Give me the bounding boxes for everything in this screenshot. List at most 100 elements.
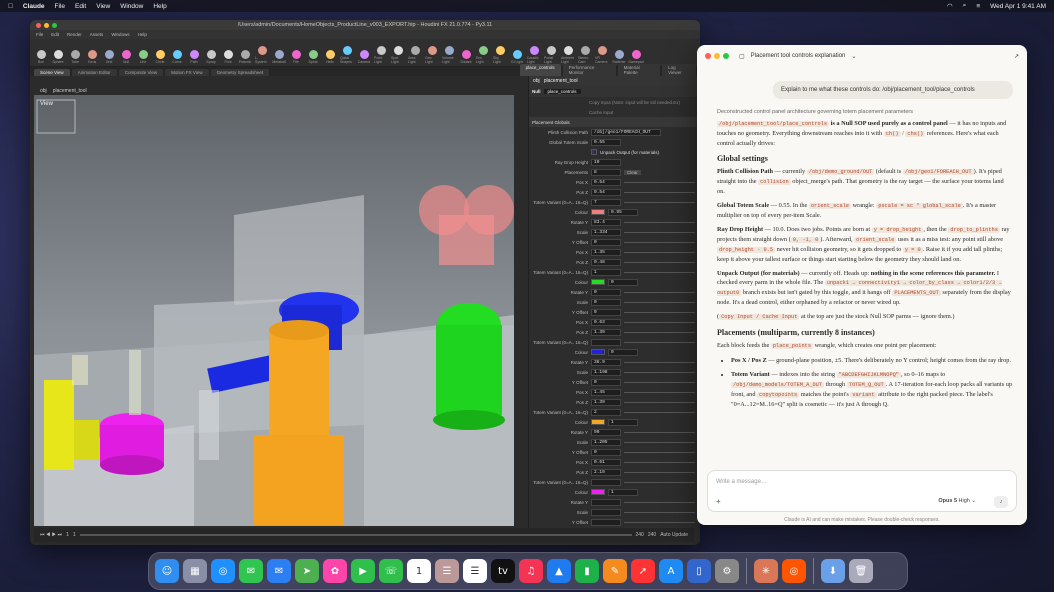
placement-param-row[interactable]: Rotate Y 90 — [529, 427, 698, 437]
placement-param-row[interactable]: Pos Z 0.54 — [529, 187, 698, 197]
param-value[interactable]: 1.39 — [591, 328, 621, 336]
placement-param-row[interactable]: Y Offset 0 — [529, 377, 698, 387]
param-value[interactable] — [591, 338, 621, 346]
param-value[interactable]: 0 — [591, 238, 621, 246]
dock-photos-icon[interactable]: ✿ — [323, 559, 347, 583]
viewport-path-obj[interactable]: obj — [40, 88, 47, 94]
frame-current[interactable]: 1 — [73, 532, 76, 538]
param-slider[interactable] — [624, 181, 695, 183]
apple-menu-icon[interactable]:  — [8, 3, 13, 10]
param-row[interactable]: Ray Drop Height 10 — [529, 157, 698, 167]
placement-param-row[interactable]: Pos Z 2.19 — [529, 467, 698, 477]
placement-param-row[interactable]: Scale — [529, 507, 698, 517]
unpack-checkbox[interactable] — [591, 149, 597, 155]
param-value[interactable]: 0 — [591, 288, 621, 296]
param-value[interactable]: 7 — [591, 198, 621, 206]
param-slider[interactable] — [624, 201, 695, 203]
shelf-tool[interactable]: L-System — [255, 46, 269, 64]
shelf-tool[interactable]: Point Light — [374, 46, 388, 64]
pane-tab[interactable]: Scene View — [34, 69, 70, 76]
colour-swatch[interactable] — [591, 349, 605, 355]
shelf-tool[interactable]: VR Camera — [595, 46, 609, 64]
houdini-menu-item[interactable]: Help — [138, 32, 147, 37]
param-path-obj[interactable]: obj — [533, 78, 540, 84]
placement-param-row[interactable]: Pos X 0.61 — [529, 457, 698, 467]
viewport-view-label[interactable]: View — [40, 101, 53, 107]
param-value[interactable]: 0.48 — [591, 258, 621, 266]
placement-param-row[interactable]: Rotate Y 38.9 — [529, 357, 698, 367]
close-button[interactable] — [36, 23, 41, 28]
dock-pages-icon[interactable]: ✎ — [603, 559, 627, 583]
param-value[interactable]: 8 — [591, 168, 621, 176]
menu-view[interactable]: View — [96, 3, 110, 10]
search-icon[interactable]: ⌕ — [963, 2, 967, 10]
param-value[interactable]: 0.54 — [591, 188, 621, 196]
pane-tab[interactable]: Log Viewer — [662, 64, 696, 76]
dock-system-settings-icon[interactable]: ⚙ — [715, 559, 739, 583]
param-slider[interactable] — [624, 271, 695, 273]
dock-houdini-icon[interactable]: ◎ — [782, 559, 806, 583]
param-value[interactable]: 0 — [591, 378, 621, 386]
param-value[interactable]: 0.95 — [608, 208, 638, 216]
chevron-down-icon[interactable]: ⌄ — [851, 53, 856, 60]
placement-param-row[interactable]: Colour 0 — [529, 347, 698, 357]
cache-input-row[interactable]: Cache Input — [529, 107, 698, 117]
claude-zoom-button[interactable] — [723, 53, 729, 59]
shelf-tool[interactable]: Caustic Light — [527, 46, 541, 64]
placement-param-row[interactable]: Pos Z 1.39 — [529, 397, 698, 407]
folder-placement-globals[interactable]: Placement Globals — [529, 117, 698, 127]
param-slider[interactable] — [624, 331, 695, 333]
placement-param-row[interactable]: Rotate Y — [529, 497, 698, 507]
param-row[interactable]: Placements 8 Clear — [529, 167, 698, 177]
placement-param-row[interactable]: Colour 1 — [529, 487, 698, 497]
shelf-tool[interactable]: Circle — [153, 50, 167, 64]
dock-phone-icon[interactable]: ☏ — [379, 559, 403, 583]
param-slider[interactable] — [624, 381, 695, 383]
zoom-button[interactable] — [52, 23, 57, 28]
param-slider[interactable] — [624, 441, 695, 443]
frame-end[interactable]: 240 — [636, 532, 644, 538]
houdini-menu-item[interactable]: Edit — [51, 32, 59, 37]
share-icon[interactable]: ↗ — [1014, 53, 1019, 60]
colour-swatch[interactable] — [591, 419, 605, 425]
pane-tab[interactable]: Performance Monitor — [562, 64, 616, 76]
shelf-tool[interactable]: Helix — [323, 50, 337, 64]
menu-window[interactable]: Window — [120, 3, 143, 10]
message-composer[interactable]: Write a message… + Opus 5 High ⌄ ♪ — [707, 470, 1017, 512]
placement-param-row[interactable]: Y Offset 0 — [529, 307, 698, 317]
param-value[interactable]: 1 — [591, 268, 621, 276]
dock-facetime-icon[interactable]: ▶ — [351, 559, 375, 583]
shelf-tool[interactable]: Line — [136, 50, 150, 64]
minimize-button[interactable] — [44, 23, 49, 28]
message-input[interactable]: Write a message… — [716, 479, 767, 485]
param-value[interactable]: 1.198 — [591, 368, 621, 376]
copy-input-row[interactable]: Copy Input (Note: input will be stil nee… — [529, 97, 698, 107]
param-slider[interactable] — [624, 291, 695, 293]
param-slider[interactable] — [624, 451, 695, 453]
placement-param-row[interactable]: Y Offset 0 — [529, 237, 698, 247]
attach-button[interactable]: + — [716, 497, 721, 506]
param-value[interactable] — [591, 498, 621, 506]
node-name-field[interactable]: place_controls — [543, 88, 581, 94]
param-value[interactable]: 0 — [608, 348, 638, 356]
shelf-tool[interactable]: Portal Light — [544, 46, 558, 64]
claude-minimize-button[interactable] — [714, 53, 720, 59]
placement-param-row[interactable]: Totem Variant (0=A.. 16=Q) 2 — [529, 407, 698, 417]
clock[interactable]: Wed Apr 1 9:41 AM — [990, 3, 1046, 10]
param-slider[interactable] — [624, 371, 695, 373]
param-value[interactable]: 1.35 — [591, 248, 621, 256]
dock-reminders-icon[interactable]: ☰ — [463, 559, 487, 583]
placement-param-row[interactable]: Totem Variant (0=A.. 16=Q) 7 — [529, 197, 698, 207]
shelf-tool[interactable]: GI Light — [510, 50, 524, 64]
placement-param-row[interactable]: Y Offset — [529, 517, 698, 527]
scene-viewport[interactable]: obj placement_tool View — [34, 86, 514, 526]
timeline[interactable]: ⏮ ◀ ▶ ⏭ 1 1 240 240 Auto Update — [34, 528, 694, 542]
colour-swatch[interactable] — [591, 279, 605, 285]
dock-simulator-icon[interactable]: ▯ — [687, 559, 711, 583]
param-value[interactable]: 0.61 — [591, 458, 621, 466]
shelf-tool[interactable]: Torus — [85, 50, 99, 64]
placement-param-row[interactable]: Totem Variant (0=A.. 16=Q) — [529, 337, 698, 347]
placement-param-row[interactable]: Pos Z 0.48 — [529, 257, 698, 267]
menu-help[interactable]: Help — [153, 3, 166, 10]
param-slider[interactable] — [624, 411, 695, 413]
